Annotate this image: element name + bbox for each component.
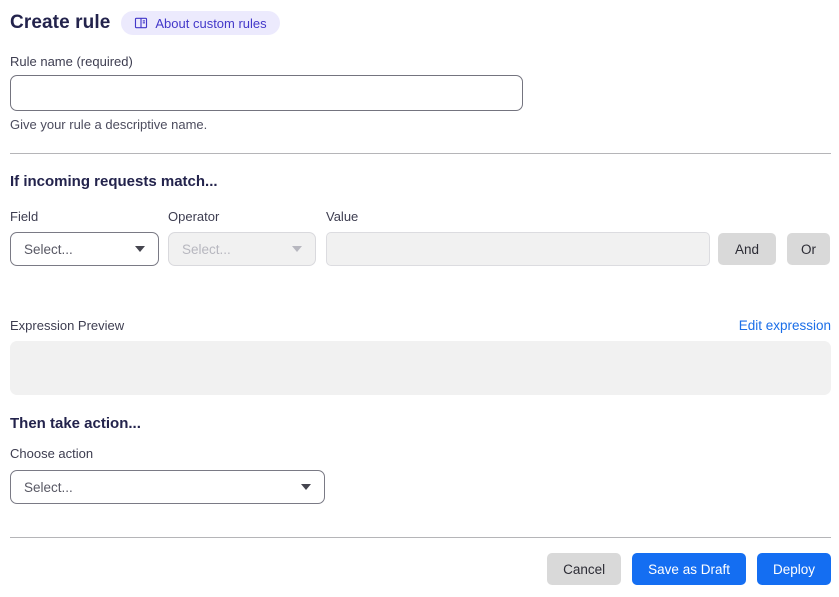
rule-name-helper: Give your rule a descriptive name. — [10, 117, 208, 132]
and-button[interactable]: And — [718, 233, 777, 265]
field-label: Field — [10, 209, 39, 224]
book-icon — [134, 16, 148, 30]
operator-select-value: Select... — [182, 241, 231, 257]
match-labels-row: Field Operator Value — [10, 209, 831, 224]
edit-expression-link[interactable]: Edit expression — [739, 318, 831, 333]
section-divider-top — [10, 153, 831, 154]
value-input — [326, 232, 710, 266]
match-section-heading: If incoming requests match... — [10, 173, 218, 190]
value-label: Value — [326, 209, 359, 224]
rule-name-input[interactable] — [10, 75, 523, 111]
chevron-down-icon — [292, 246, 302, 252]
about-custom-rules-link[interactable]: About custom rules — [121, 11, 280, 35]
action-section-heading: Then take action... — [10, 415, 141, 432]
footer-actions: Cancel Save as Draft Deploy — [10, 553, 831, 585]
match-controls-row: Select... Select... And Or — [10, 232, 831, 266]
choose-action-select-value: Select... — [24, 479, 73, 495]
rule-name-label: Rule name (required) — [10, 54, 133, 69]
expression-preview-row: Expression Preview Edit expression — [10, 318, 831, 333]
choose-action-select[interactable]: Select... — [10, 470, 325, 504]
operator-select: Select... — [168, 232, 316, 266]
chevron-down-icon — [135, 246, 145, 252]
expression-preview-label: Expression Preview — [10, 318, 125, 333]
choose-action-label: Choose action — [10, 446, 94, 461]
cancel-button[interactable]: Cancel — [547, 553, 622, 585]
deploy-button[interactable]: Deploy — [756, 553, 831, 585]
page-header: Create rule About custom rules — [10, 10, 831, 36]
field-select-value: Select... — [24, 241, 73, 257]
expression-preview-box — [10, 341, 831, 395]
about-badge-label: About custom rules — [155, 15, 267, 31]
section-divider-bottom — [10, 537, 831, 538]
or-button[interactable]: Or — [787, 233, 831, 265]
operator-label: Operator — [168, 209, 220, 224]
chevron-down-icon — [301, 484, 311, 490]
save-as-draft-button[interactable]: Save as Draft — [632, 553, 746, 585]
field-select[interactable]: Select... — [10, 232, 159, 266]
create-rule-page: Create rule About custom rules Rule name… — [0, 0, 839, 597]
page-title: Create rule — [10, 12, 111, 33]
